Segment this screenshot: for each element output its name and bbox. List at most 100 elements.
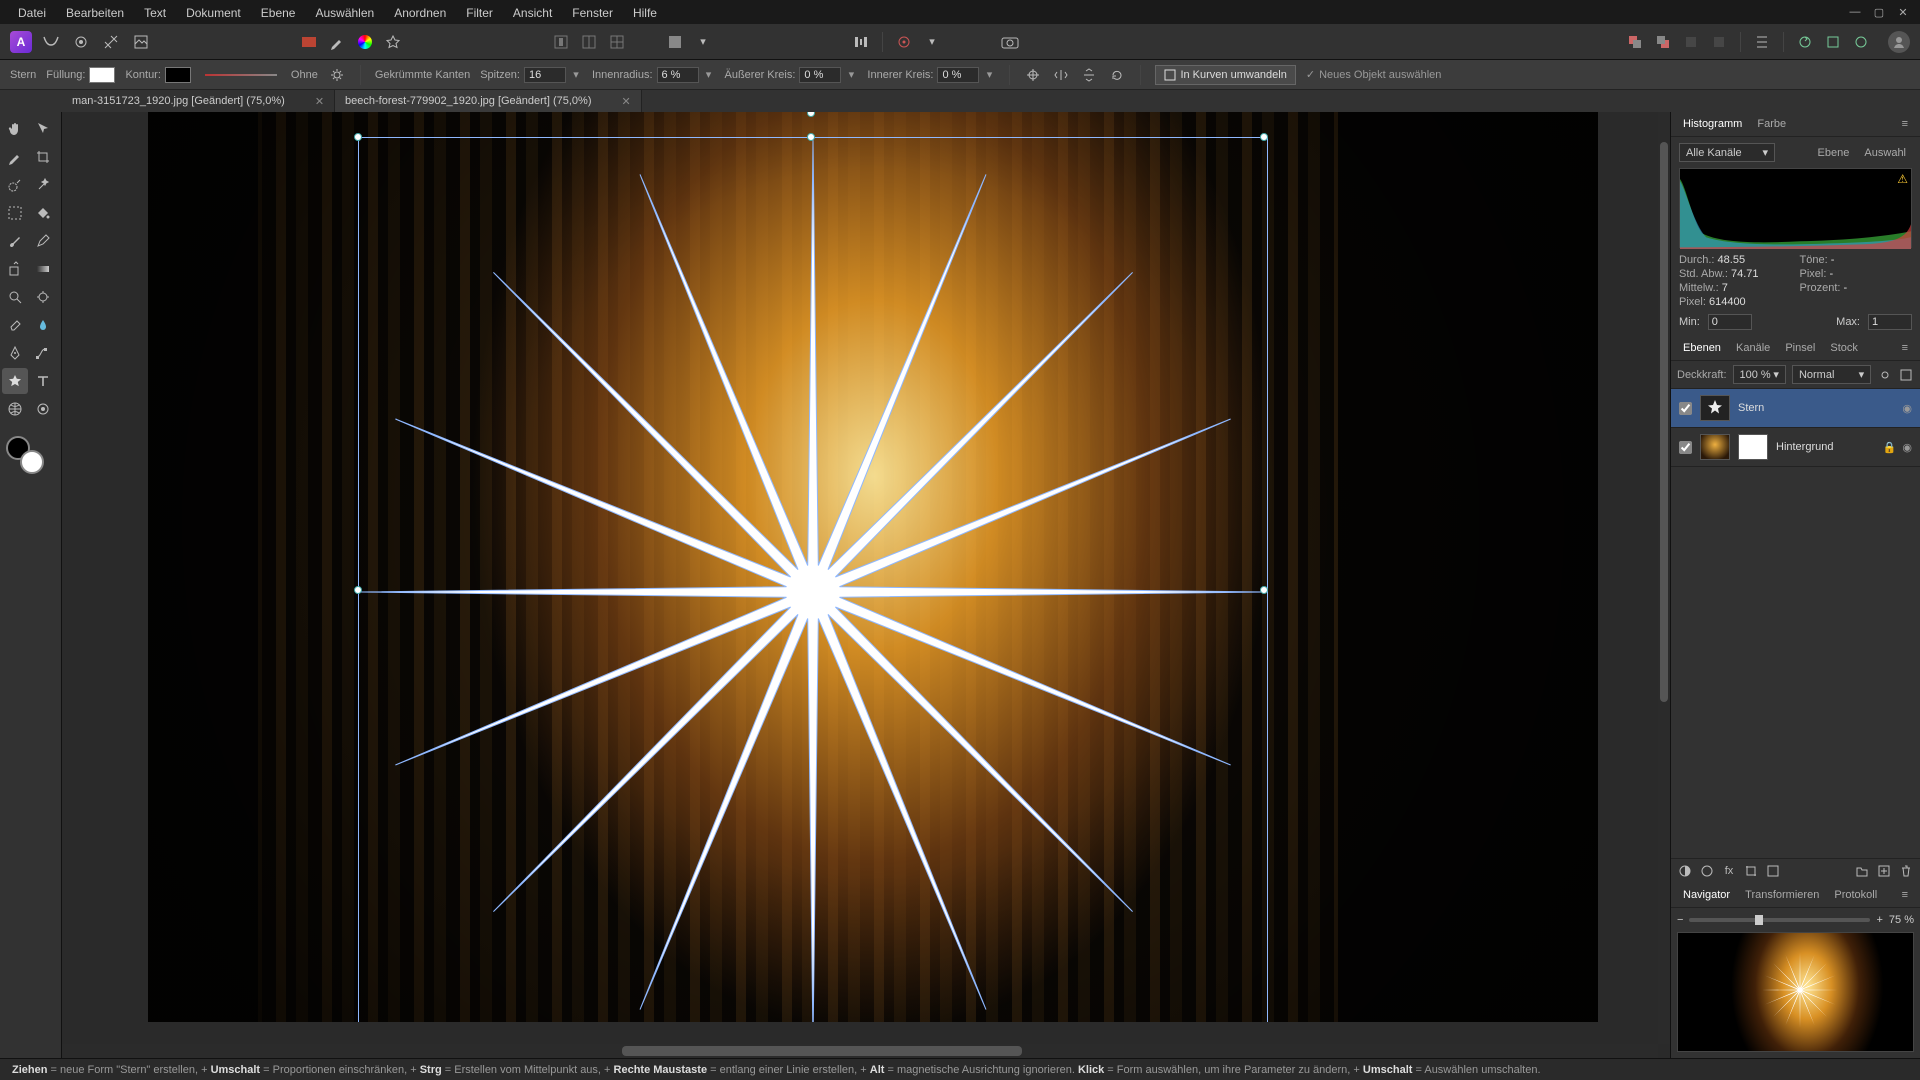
fx-icon[interactable] bbox=[1899, 366, 1914, 384]
navigator-preview[interactable] bbox=[1677, 932, 1914, 1052]
tab-close-icon[interactable]: ✕ bbox=[622, 95, 631, 108]
arrange-dim2-icon[interactable] bbox=[1708, 31, 1730, 53]
layer-visible-icon[interactable]: ◉ bbox=[1902, 402, 1912, 415]
selection-box[interactable] bbox=[358, 137, 1268, 1022]
add-layer-icon[interactable] bbox=[1876, 863, 1892, 879]
tab-histogram[interactable]: Histogramm bbox=[1677, 116, 1748, 132]
tab-color[interactable]: Farbe bbox=[1751, 116, 1792, 132]
document-tab-1[interactable]: beech-forest-779902_1920.jpg [Geändert] … bbox=[335, 90, 642, 112]
chevron-down-icon[interactable]: ▾ bbox=[692, 31, 714, 53]
chevron-down-icon[interactable]: ▾ bbox=[845, 69, 857, 81]
chevron-down-icon[interactable]: ▾ bbox=[570, 69, 582, 81]
tab-layers[interactable]: Ebenen bbox=[1677, 340, 1727, 356]
persona-export-icon[interactable] bbox=[130, 31, 152, 53]
tab-history[interactable]: Protokoll bbox=[1828, 887, 1883, 903]
align-toggle2-icon[interactable] bbox=[578, 31, 600, 53]
zoom-tool-icon[interactable] bbox=[2, 284, 28, 310]
points-input[interactable] bbox=[524, 67, 566, 83]
menu-anordnen[interactable]: Anordnen bbox=[384, 2, 456, 24]
menu-dokument[interactable]: Dokument bbox=[176, 2, 251, 24]
menu-text[interactable]: Text bbox=[134, 2, 176, 24]
pen-tool-icon[interactable] bbox=[2, 340, 28, 366]
menu-datei[interactable]: Datei bbox=[8, 2, 56, 24]
tab-navigator[interactable]: Navigator bbox=[1677, 887, 1736, 903]
align-panel-icon[interactable] bbox=[1751, 31, 1773, 53]
sync3-icon[interactable] bbox=[1850, 31, 1872, 53]
gear-icon[interactable] bbox=[328, 66, 346, 84]
auto-contrast-icon[interactable] bbox=[382, 31, 404, 53]
stroke-swatch[interactable] bbox=[165, 67, 191, 83]
mesh-tool-icon[interactable] bbox=[2, 396, 28, 422]
handle-ml[interactable] bbox=[354, 586, 362, 594]
opacity-dropdown[interactable]: 100 %▾ bbox=[1733, 365, 1786, 384]
inner-radius-input[interactable] bbox=[657, 67, 699, 83]
dodge-tool-icon[interactable] bbox=[30, 284, 56, 310]
tab-channels[interactable]: Kanäle bbox=[1730, 340, 1776, 356]
selection-brush-icon[interactable] bbox=[2, 172, 28, 198]
flip-v-icon[interactable] bbox=[1080, 66, 1098, 84]
zoom-out-icon[interactable]: − bbox=[1677, 914, 1683, 926]
eyedropper-icon[interactable] bbox=[326, 31, 348, 53]
tab-close-icon[interactable]: ✕ bbox=[315, 95, 324, 108]
close-icon[interactable]: ✕ bbox=[1894, 3, 1912, 21]
menu-ebene[interactable]: Ebene bbox=[251, 2, 306, 24]
handle-tm[interactable] bbox=[807, 133, 815, 141]
curved-edges-label[interactable]: Gekrümmte Kanten bbox=[375, 69, 470, 81]
persona-liquify-icon[interactable] bbox=[70, 31, 92, 53]
blend-range-icon[interactable] bbox=[1765, 863, 1781, 879]
chevron-down-icon[interactable]: ▾ bbox=[983, 69, 995, 81]
mask-icon[interactable] bbox=[1677, 863, 1693, 879]
h-scrollbar[interactable] bbox=[62, 1044, 1658, 1058]
handle-tr[interactable] bbox=[1260, 133, 1268, 141]
star-tool-icon[interactable] bbox=[2, 368, 28, 394]
select-new-object-check[interactable]: ✓ Neues Objekt auswählen bbox=[1306, 68, 1442, 81]
layer-visible-icon[interactable]: ◉ bbox=[1902, 441, 1912, 454]
menu-auswaehlen[interactable]: Auswählen bbox=[305, 2, 384, 24]
color-swap[interactable] bbox=[2, 432, 56, 474]
arrange-back-icon[interactable] bbox=[1652, 31, 1674, 53]
align-toggle3-icon[interactable] bbox=[606, 31, 628, 53]
fill-swatch[interactable] bbox=[89, 67, 115, 83]
transform-origin-icon[interactable] bbox=[1024, 66, 1042, 84]
document-canvas[interactable] bbox=[148, 112, 1598, 1022]
min-input[interactable] bbox=[1708, 314, 1752, 330]
color-wheel-icon[interactable] bbox=[354, 31, 376, 53]
max-input[interactable] bbox=[1868, 314, 1912, 330]
node-tool-icon[interactable] bbox=[30, 340, 56, 366]
tab-stock[interactable]: Stock bbox=[1824, 340, 1864, 356]
pencil-tool-icon[interactable] bbox=[30, 228, 56, 254]
panel-menu-icon[interactable]: ≡ bbox=[1896, 116, 1914, 132]
persona-develop-icon[interactable] bbox=[100, 31, 122, 53]
arrange-dim-icon[interactable] bbox=[1680, 31, 1702, 53]
move-tool-icon[interactable] bbox=[30, 116, 56, 142]
crop-tool-icon[interactable] bbox=[30, 144, 56, 170]
sync2-icon[interactable] bbox=[1822, 31, 1844, 53]
scope-selection[interactable]: Auswahl bbox=[1858, 145, 1912, 161]
text-tool-icon[interactable] bbox=[30, 368, 56, 394]
stroke-width-slider[interactable] bbox=[205, 74, 277, 76]
adjustment-icon[interactable] bbox=[1699, 863, 1715, 879]
hand-tool-icon[interactable] bbox=[2, 116, 28, 142]
maximize-icon[interactable]: ▢ bbox=[1870, 3, 1888, 21]
chevron-down-icon[interactable]: ▾ bbox=[703, 69, 715, 81]
menu-filter[interactable]: Filter bbox=[456, 2, 503, 24]
scope-layer[interactable]: Ebene bbox=[1812, 145, 1856, 161]
account-icon[interactable] bbox=[1888, 31, 1910, 53]
chevron-down-icon[interactable]: ▾ bbox=[921, 31, 943, 53]
align-toggle1-icon[interactable] bbox=[550, 31, 572, 53]
smudge-tool-icon[interactable] bbox=[30, 312, 56, 338]
layer-visibility[interactable] bbox=[1679, 402, 1692, 415]
document-tab-0[interactable]: man-3151723_1920.jpg [Geändert] (75,0%) … bbox=[62, 90, 335, 112]
panel-menu-icon[interactable]: ≡ bbox=[1896, 887, 1914, 903]
gear-icon[interactable] bbox=[1877, 366, 1892, 384]
crop-layer-icon[interactable] bbox=[1743, 863, 1759, 879]
swatch-red-icon[interactable] bbox=[298, 31, 320, 53]
flip-h-icon[interactable] bbox=[1052, 66, 1070, 84]
eraser-tool-icon[interactable] bbox=[2, 312, 28, 338]
target-icon[interactable] bbox=[893, 31, 915, 53]
blend-dropdown[interactable]: Normal▾ bbox=[1792, 365, 1871, 384]
stroke-style[interactable]: Ohne bbox=[291, 69, 318, 81]
delete-layer-icon[interactable] bbox=[1898, 863, 1914, 879]
persona-photo-icon[interactable] bbox=[40, 31, 62, 53]
zoom-slider[interactable] bbox=[1689, 918, 1870, 922]
